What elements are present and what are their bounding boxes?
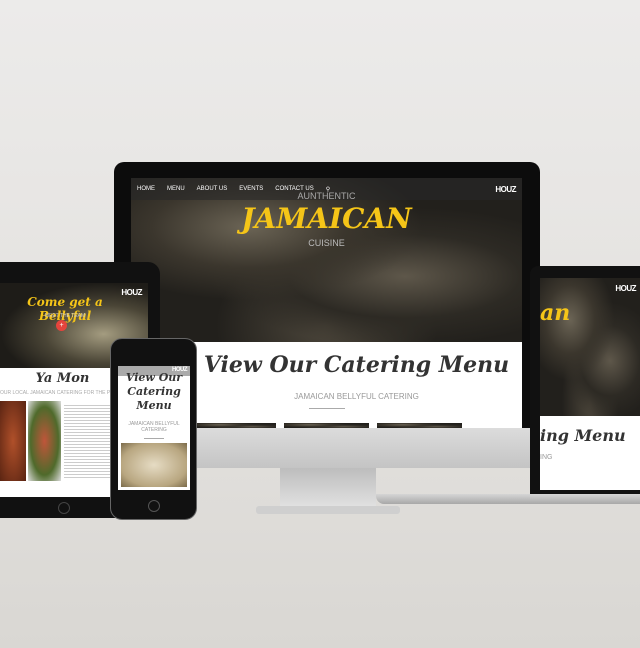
- food-photo: [121, 443, 187, 487]
- logo[interactable]: HOUZ: [615, 284, 636, 293]
- section-title: View Our Catering Menu: [125, 371, 183, 412]
- section-subtitle: JAMAICAN BELLYFUL CATERING: [128, 421, 180, 433]
- divider: [309, 408, 345, 409]
- monitor-base: [256, 506, 400, 514]
- food-photo: [28, 401, 61, 481]
- laptop-screen: HOUZ an ing Menu ING: [540, 278, 640, 490]
- hero-subtitle: MEET THE TEAM: [44, 313, 86, 319]
- laptop-base: [376, 494, 640, 504]
- phone: HOUZ View Our Catering Menu JAMAICAN BEL…: [110, 338, 197, 520]
- home-button[interactable]: [148, 500, 160, 512]
- hero-title: JAMAICAN: [241, 202, 412, 235]
- hero-pretitle: AUNTHENTIC: [297, 191, 356, 201]
- section-title: View Our Catering Menu: [203, 352, 510, 378]
- section-subtitle: ING: [540, 454, 553, 461]
- home-button[interactable]: [58, 502, 70, 514]
- section-title: ing Menu: [540, 426, 626, 445]
- divider: [144, 438, 164, 439]
- hero-title: an: [540, 300, 571, 326]
- phone-screen: HOUZ View Our Catering Menu JAMAICAN BEL…: [118, 366, 190, 490]
- expand-button[interactable]: +: [56, 320, 67, 331]
- section-title: Ya Mon: [35, 371, 90, 386]
- hero-subtitle: CUISINE: [308, 238, 345, 248]
- food-photo: [0, 401, 26, 481]
- monitor-stand: [280, 468, 376, 508]
- laptop: HOUZ an ing Menu ING: [530, 266, 640, 494]
- section-subtitle: JAMAICAN BELLYFUL CATERING: [294, 392, 419, 401]
- hero-image: [540, 278, 640, 416]
